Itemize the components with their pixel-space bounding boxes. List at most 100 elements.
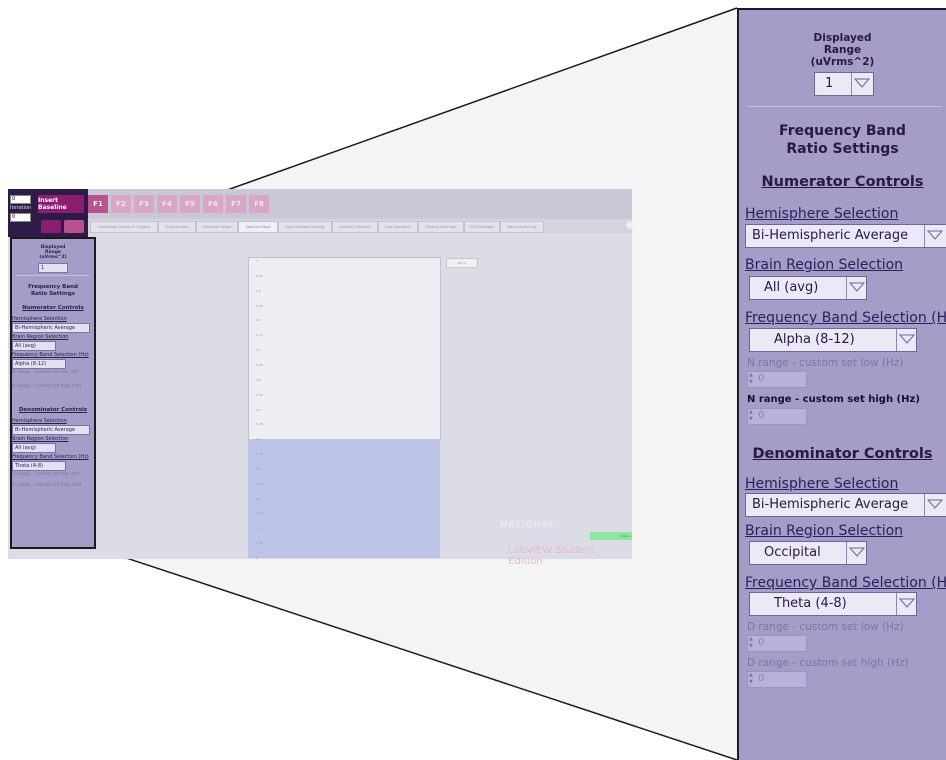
y-tick-label: 0.45 [256, 422, 263, 427]
tab-electrode-offset[interactable]: Electrode Offset [196, 221, 238, 233]
spinner-icon[interactable]: ▲ ▼ [749, 672, 755, 687]
chevron-down-icon [896, 593, 916, 615]
den-hemisphere-select[interactable]: Bi-Hemispheric Average [745, 493, 946, 517]
num-hemisphere-label: Hemisphere Selection [12, 316, 67, 322]
tab-plasma-index[interactable]: Plasma Index [158, 221, 196, 233]
num-band-select[interactable]: Alpha (8-12) [749, 328, 917, 352]
settings-panel: Displayed Range (uVrms^2) 1 Frequency Ba… [737, 8, 946, 760]
chevron-down-icon [851, 73, 873, 95]
scroll-indicator[interactable] [626, 221, 634, 229]
num-band-label: Frequency Band Selection (Hz) [12, 352, 89, 358]
counter-field[interactable]: 0 [10, 195, 31, 204]
chevron-down-icon [924, 225, 946, 247]
num-hemisphere-select[interactable]: Bi-Hemispheric Average [12, 323, 90, 333]
spinner-icon[interactable]: ▲ ▼ [749, 636, 755, 651]
freq-title-line2: Ratio Settings [786, 141, 899, 157]
iteration-field[interactable]: 0 [10, 213, 31, 222]
range-select[interactable]: 1 [38, 263, 68, 273]
stop-button[interactable] [64, 220, 84, 233]
num-low-field[interactable]: ▲ ▼ 0 [747, 371, 807, 388]
y-tick-label: 0.2 [256, 496, 261, 501]
den-band-value: Theta (4-8) [774, 596, 847, 611]
insert-baseline-button[interactable]: Insert Baseline [38, 195, 84, 213]
f3-button[interactable]: F3 [134, 195, 154, 213]
den-band-select[interactable]: Theta (4-8) [749, 592, 917, 616]
chevron-down-icon [846, 542, 866, 564]
range-title-line2: Range [823, 44, 862, 56]
range-title-line1: Displayed [813, 32, 872, 44]
freq-title-line1: Frequency Band [779, 123, 906, 139]
num-region-select[interactable]: All (avg) [12, 341, 56, 351]
numerator-title: Numerator Controls [22, 305, 84, 311]
ni-logo-line2: INSTRUMENTS [506, 534, 571, 543]
den-low-field[interactable]: ▲ ▼ 0 [747, 635, 807, 652]
range-select[interactable]: 1 [814, 72, 874, 96]
spinner-icon[interactable]: ▲ ▼ [749, 409, 755, 424]
tab-event-related-average[interactable]: Event Related Average [278, 221, 332, 233]
den-region-select[interactable]: Occipital [749, 541, 867, 565]
num-low-value: 0 [758, 373, 765, 384]
denominator-title: Denominator Controls [18, 407, 88, 413]
den-region-value: Occipital [764, 545, 821, 560]
freq-title-line1: Frequency Band [28, 284, 78, 290]
chart-legend: Plot 0 [446, 258, 478, 268]
den-region-select[interactable]: All (avg) [12, 443, 56, 453]
range-title-line3: (uVrms^2) [810, 56, 875, 68]
tab-live-operation[interactable]: Live Operation [378, 221, 418, 233]
chart-plot-area [248, 257, 441, 441]
num-band-label: Frequency Band Selection (Hz) [745, 310, 946, 326]
num-high-value: 0 [758, 410, 765, 421]
num-hemisphere-label: Hemisphere Selection [745, 206, 899, 222]
tab-auditory-stimulus[interactable]: Auditory Stimulus [332, 221, 378, 233]
den-band-label: Frequency Band Selection (Hz) [745, 575, 946, 591]
y-tick-label: 0.35 [256, 452, 263, 457]
chevron-down-icon [846, 277, 866, 299]
y-tick-label: 0.55 [256, 392, 263, 397]
ratio-chart [248, 257, 441, 558]
range-select-value: 1 [825, 76, 834, 91]
y-tick-label: 0.75 [256, 333, 263, 338]
spinner-icon[interactable]: ▲ ▼ [749, 372, 755, 387]
iteration-label: Iteration [10, 205, 32, 211]
ni-logo-line3: LabVIEW Student Edition [508, 545, 595, 567]
f2-button[interactable]: F2 [111, 195, 131, 213]
tab-neuro-audio-log[interactable]: Neuro Audio Log [500, 221, 544, 233]
y-tick-label: 0.3 [256, 466, 261, 471]
den-high-label: D range - custom set high (Hz) [747, 657, 909, 669]
den-high-field[interactable]: ▲ ▼ 0 [747, 671, 807, 688]
y-tick-label: 0.8 [256, 318, 261, 323]
den-hemisphere-select[interactable]: Bi-Hemispheric Average [12, 425, 90, 435]
den-band-label: Frequency Band Selection (Hz) [12, 454, 89, 460]
den-band-select[interactable]: Theta (4-8) [12, 461, 66, 471]
tab-homepage[interactable]: Homepage Display & Triggers [90, 221, 158, 233]
num-band-select[interactable]: Alpha (8-12) [12, 359, 66, 369]
chevron-down-icon [896, 329, 916, 351]
f4-button[interactable]: F4 [157, 195, 177, 213]
divider [16, 275, 90, 276]
y-tick-label: 0.95 [256, 273, 263, 278]
divider [747, 106, 942, 107]
y-tick-label: 0.9 [256, 288, 261, 293]
num-high-field[interactable]: ▲ ▼ 0 [747, 408, 807, 425]
f8-button[interactable]: F8 [249, 195, 269, 213]
f1-button[interactable]: F1 [88, 195, 108, 213]
start-button[interactable] [41, 220, 61, 233]
denominator-title: Denominator Controls [752, 446, 933, 462]
tab-playing-seek-box[interactable]: Playing Seek Box [418, 221, 464, 233]
num-hemisphere-select[interactable]: Bi-Hemispheric Average [745, 224, 946, 248]
y-tick-label: 0.7 [256, 348, 261, 353]
chart-bar [248, 439, 440, 558]
num-region-select[interactable]: All (avg) [749, 276, 867, 300]
tab-eeg-montage[interactable]: EEG Montage [464, 221, 500, 233]
den-low-value: 0 [758, 637, 765, 648]
f5-button[interactable]: F5 [180, 195, 200, 213]
f7-button[interactable]: F7 [226, 195, 246, 213]
tab-spectral-band[interactable]: Spectral Band [238, 221, 278, 233]
f6-button[interactable]: F6 [203, 195, 223, 213]
status-indicator: Online [590, 532, 632, 540]
freq-title-line2: Ratio Settings [30, 291, 76, 297]
den-hemisphere-value: Bi-Hemispheric Average [752, 497, 909, 512]
chevron-down-icon [924, 494, 946, 516]
range-title-line3: (uVrms^2) [39, 255, 67, 260]
num-hemisphere-value: Bi-Hemispheric Average [752, 228, 909, 243]
